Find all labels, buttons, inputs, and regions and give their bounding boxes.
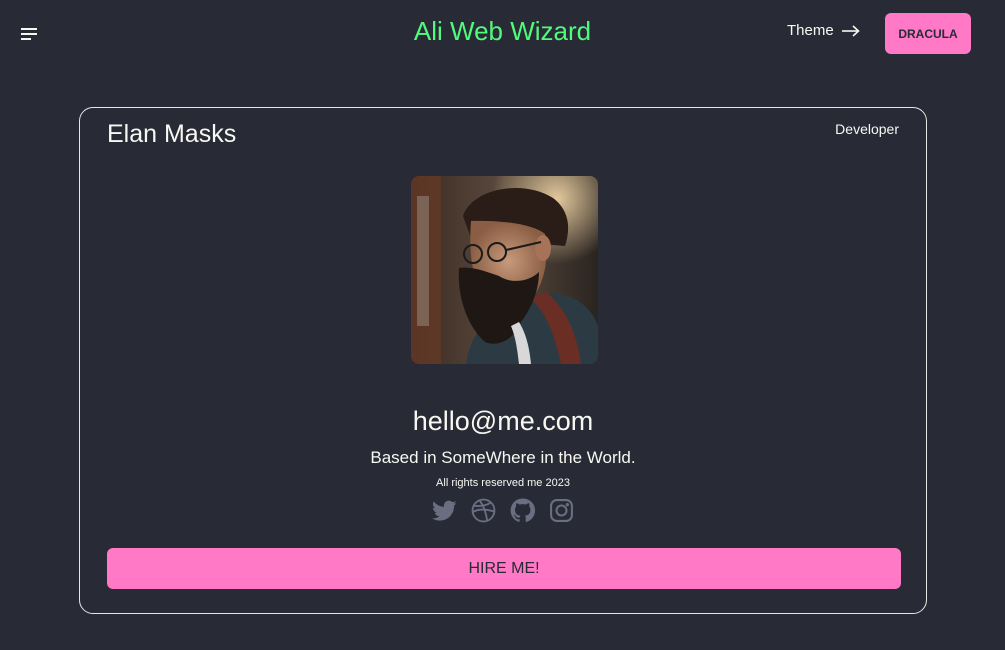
profile-card: Elan Masks Developer hello@me.com Based …: [79, 107, 927, 614]
theme-dracula-button[interactable]: DRACULA: [885, 13, 971, 54]
arrow-right-icon: [841, 24, 860, 37]
profile-role: Developer: [835, 121, 899, 137]
instagram-icon[interactable]: [549, 498, 574, 523]
contact-email[interactable]: hello@me.com: [80, 406, 926, 437]
avatar: [411, 176, 598, 364]
hire-me-button[interactable]: HIRE ME!: [107, 548, 901, 589]
dribbble-icon[interactable]: [471, 498, 496, 523]
theme-toggle[interactable]: Theme: [787, 22, 860, 39]
location-text: Based in SomeWhere in the World.: [370, 448, 636, 467]
brand-title[interactable]: Ali Web Wizard: [414, 16, 591, 46]
social-links: [80, 498, 926, 523]
profile-name: Elan Masks: [107, 120, 237, 148]
github-icon[interactable]: [510, 498, 535, 523]
navbar: Ali Web Wizard Theme DRACULA: [0, 0, 1005, 68]
hamburger-menu-icon[interactable]: [18, 22, 42, 46]
theme-label: Theme: [787, 22, 834, 39]
copyright-text: All rights reserved me 2023: [436, 477, 570, 489]
twitter-icon[interactable]: [432, 498, 457, 523]
